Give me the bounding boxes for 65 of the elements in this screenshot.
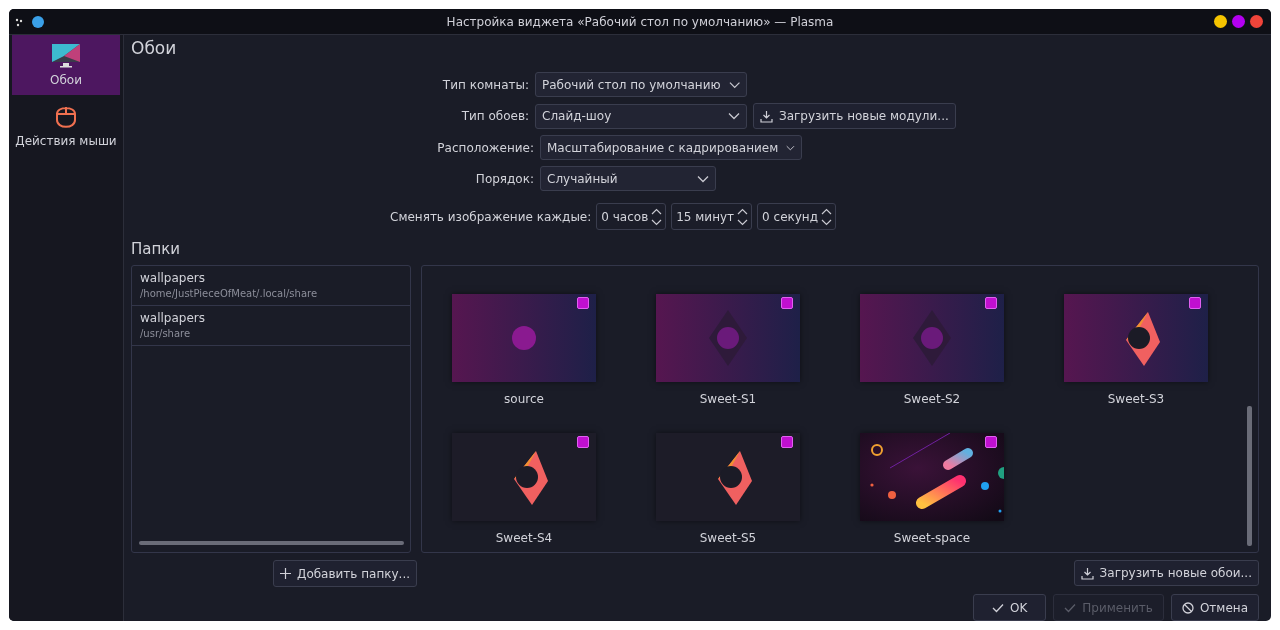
sidebar-label: Действия мыши xyxy=(15,134,117,148)
monitor-icon xyxy=(51,43,81,69)
checkbox[interactable] xyxy=(985,297,997,309)
checkmark-icon xyxy=(992,602,1004,613)
folder-name: wallpapers xyxy=(140,271,206,285)
folder-name: wallpapers xyxy=(140,311,206,325)
maximize-button[interactable] xyxy=(1232,15,1245,28)
download-icon xyxy=(1080,566,1094,580)
sidebar-item[interactable]: Обои xyxy=(12,35,120,95)
download-button[interactable]: Загрузить новые обои... xyxy=(1073,560,1259,586)
wallpaper-name: Sweet-S2 xyxy=(902,392,962,406)
checkbox[interactable] xyxy=(577,297,589,309)
app-icon xyxy=(32,15,44,28)
folder-path: /home/JustPieceOfMeat/.local/share xyxy=(140,288,319,299)
page-title: Обои xyxy=(131,38,178,60)
folder-path: /usr/share xyxy=(140,328,192,339)
field-label: Тип комнаты: xyxy=(441,77,529,92)
field-label: Тип обоев: xyxy=(460,109,529,123)
checkbox[interactable] xyxy=(985,436,997,448)
window-title: Настройка виджета «Рабочий стол по умолчанию» — Plasma xyxy=(446,14,834,29)
wallpaper-name: Sweet-S1 xyxy=(698,392,758,406)
wallpaper-name: Sweet-space xyxy=(892,531,972,545)
wallpaper-name: Sweet-S4 xyxy=(494,531,554,545)
wallpaper-name: Sweet-S3 xyxy=(1106,392,1166,406)
spin-box[interactable]: 0 часов xyxy=(596,203,667,230)
pin-icon[interactable] xyxy=(14,16,24,27)
field-label: Сменять изображение каждые: xyxy=(390,209,592,224)
up-down-icon xyxy=(737,207,749,226)
sidebar-item[interactable]: Действия мыши xyxy=(12,95,120,155)
up-down-icon xyxy=(821,207,832,226)
minimize-button[interactable] xyxy=(1214,15,1227,28)
up-down-icon xyxy=(651,207,663,226)
wallpaper-name: Sweet-S5 xyxy=(698,531,758,545)
chevron-down-icon xyxy=(697,174,709,183)
scrollbar[interactable] xyxy=(1247,406,1252,546)
close-button[interactable] xyxy=(1250,15,1263,28)
field-label: Порядок: xyxy=(474,171,534,186)
folder-item[interactable]: wallpapers /usr/share xyxy=(132,306,410,346)
plus-icon xyxy=(280,568,291,579)
download-button[interactable]: Загрузить новые модули... xyxy=(753,103,956,129)
checkbox[interactable] xyxy=(577,436,589,448)
download-icon xyxy=(760,109,773,123)
folder-item[interactable]: wallpapers /home/JustPieceOfMeat/.local/share xyxy=(132,266,410,306)
add-folder-button[interactable]: Добавить папку... xyxy=(273,560,418,587)
chevron-down-icon xyxy=(728,112,740,120)
chevron-down-icon xyxy=(728,80,740,89)
dropdown[interactable]: Масштабирование с кадрированием xyxy=(540,135,802,160)
dropdown[interactable]: Случайный xyxy=(540,166,716,191)
checkmark-icon xyxy=(1064,602,1077,613)
wallpaper-name: source xyxy=(503,392,545,406)
dropdown[interactable]: Рабочий стол по умолчанию xyxy=(535,72,747,97)
checkbox[interactable] xyxy=(781,436,793,448)
checkbox[interactable] xyxy=(781,297,793,309)
ok-button[interactable]: OK xyxy=(973,594,1047,621)
field-label: Расположение: xyxy=(436,140,534,155)
dropdown[interactable]: Слайд-шоу xyxy=(535,103,747,129)
chevron-down-icon xyxy=(786,143,795,152)
section-title: Папки xyxy=(131,240,182,260)
spin-box[interactable]: 0 секунд xyxy=(757,203,836,230)
scrollbar[interactable] xyxy=(139,541,404,545)
sidebar-label: Обои xyxy=(50,73,82,87)
cancel-icon xyxy=(1181,601,1194,614)
cancel-button[interactable]: Отмена xyxy=(1170,594,1259,621)
checkbox[interactable] xyxy=(1189,297,1201,309)
spin-box[interactable]: 15 минут xyxy=(671,203,753,230)
